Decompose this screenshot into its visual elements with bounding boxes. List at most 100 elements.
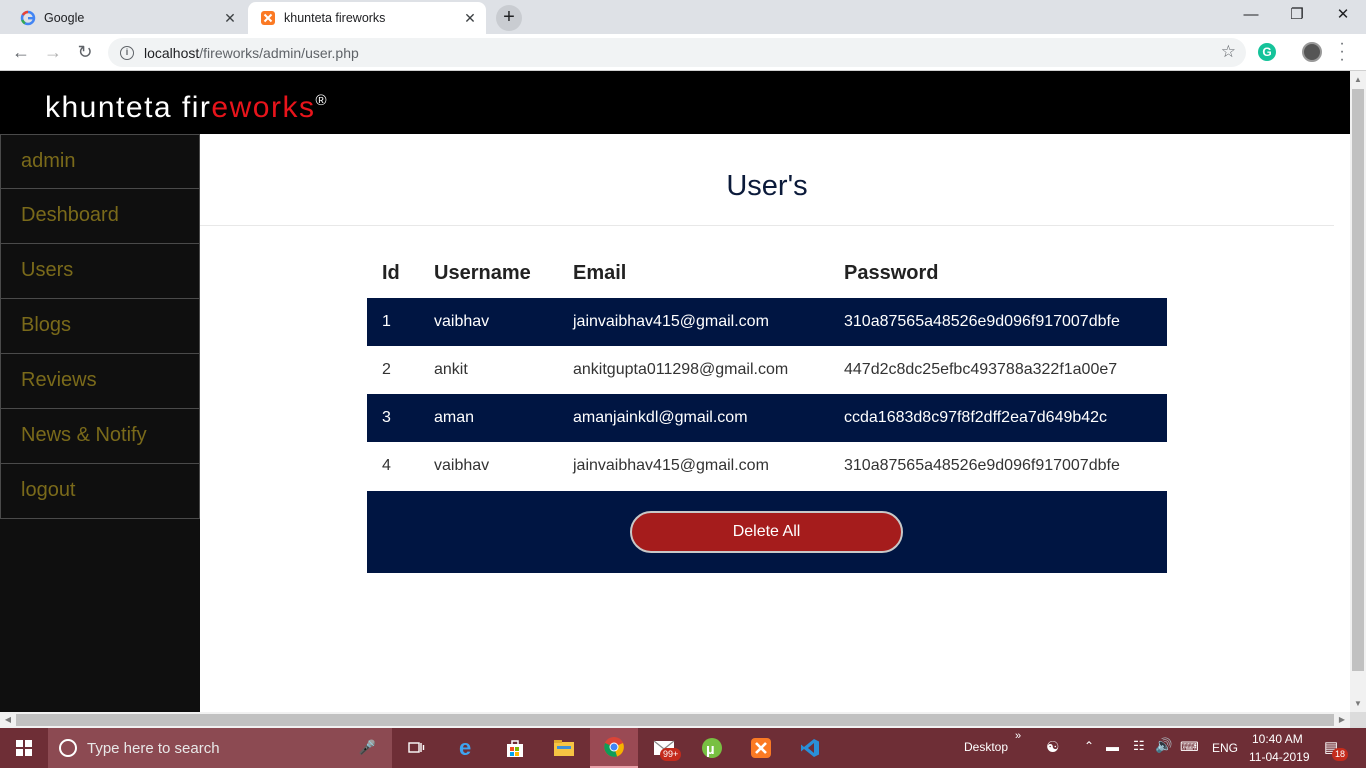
registered-mark: ® <box>315 92 329 109</box>
clock-time[interactable]: 10:40 AM <box>1252 732 1303 746</box>
grammarly-extension-icon[interactable]: G <box>1258 43 1276 61</box>
mail-badge: 99+ <box>660 748 682 761</box>
profile-avatar[interactable] <box>1302 42 1322 62</box>
cell-id: 1 <box>367 298 419 346</box>
table-row: 3 aman amanjainkdl@gmail.com ccda1683d8c… <box>367 394 1167 442</box>
cell-email: jainvaibhav415@gmail.com <box>558 298 829 346</box>
browser-menu-icon[interactable]: · · · <box>1336 36 1348 68</box>
url-text[interactable]: localhost/fireworks/admin/user.php <box>144 45 359 61</box>
xampp-taskbar-icon[interactable] <box>737 728 785 768</box>
column-header-username: Username <box>434 261 531 284</box>
power-icon[interactable]: ▬ <box>1106 739 1119 754</box>
scroll-down-arrow-icon[interactable]: ▼ <box>1350 699 1366 708</box>
bookmark-star-icon[interactable]: ☆ <box>1221 42 1236 62</box>
cell-email: ankitgupta011298@gmail.com <box>558 346 829 394</box>
users-table: Id Username Email Password 1 vaibhav jai… <box>367 248 1167 490</box>
volume-icon[interactable]: 🔊 <box>1155 737 1172 754</box>
wifi-icon[interactable]: ☷ <box>1133 738 1145 754</box>
horizontal-scroll-thumb[interactable] <box>16 714 1334 726</box>
sidebar-item-users[interactable]: Users <box>0 244 200 299</box>
cell-id: 4 <box>367 442 419 490</box>
store-icon[interactable] <box>491 728 539 768</box>
web-page: khunteta fireworks® admin Deshboard User… <box>0 71 1350 712</box>
scroll-up-arrow-icon[interactable]: ▲ <box>1350 75 1366 84</box>
new-tab-button[interactable]: + <box>496 5 522 31</box>
url-host: localhost <box>144 44 200 61</box>
tab-khunteta-fireworks[interactable]: khunteta fireworks ✕ <box>248 2 486 34</box>
xampp-icon <box>260 10 276 26</box>
horizontal-scrollbar[interactable]: ◀ ▶ <box>0 712 1350 728</box>
site-header: khunteta fireworks® <box>0 71 1350 134</box>
sidebar-item-news-notify[interactable]: News & Notify <box>0 409 200 464</box>
start-button[interactable] <box>0 728 48 768</box>
edge-browser-icon[interactable]: e <box>443 728 491 768</box>
sidebar-item-admin[interactable]: admin <box>0 134 200 189</box>
table-footer-bar: Delete All <box>367 491 1167 573</box>
table-row: 2 ankit ankitgupta011298@gmail.com 447d2… <box>367 346 1167 394</box>
sidebar-item-dashboard[interactable]: Deshboard <box>0 189 200 244</box>
vscode-icon[interactable] <box>786 728 834 768</box>
column-header-email: Email <box>573 261 627 284</box>
forward-arrow-icon[interactable]: → <box>40 40 66 64</box>
close-tab-icon[interactable]: ✕ <box>220 10 240 27</box>
notification-badge: 18 <box>1332 748 1349 761</box>
admin-sidebar: admin Deshboard Users Blogs Reviews News… <box>0 134 200 712</box>
title-divider <box>200 225 1334 226</box>
close-tab-icon[interactable]: ✕ <box>460 10 480 27</box>
restore-icon[interactable]: ❐ <box>1274 0 1320 32</box>
google-icon <box>20 10 36 26</box>
info-icon[interactable]: i <box>120 45 134 60</box>
clock-date[interactable]: 11-04-2019 <box>1249 750 1310 764</box>
cell-username: vaibhav <box>419 298 558 346</box>
scroll-right-arrow-icon[interactable]: ▶ <box>1334 712 1350 728</box>
column-header-id: Id <box>382 261 400 284</box>
cell-password: 447d2c8dc25efbc493788a322f1a00e7 <box>829 346 1167 394</box>
task-view-icon[interactable] <box>392 728 440 768</box>
keyboard-icon[interactable]: ⌨ <box>1180 739 1199 755</box>
cell-username: aman <box>419 394 558 442</box>
chrome-icon[interactable] <box>590 728 638 768</box>
people-icon[interactable]: ☯ <box>1046 738 1059 756</box>
cell-username: vaibhav <box>419 442 558 490</box>
minimize-icon[interactable]: — <box>1228 0 1274 32</box>
utorrent-icon[interactable]: µ <box>688 728 736 768</box>
logo-white-text: khunteta fir <box>45 91 212 124</box>
browser-toolbar: ← → ↻ i localhost/fireworks/admin/user.p… <box>0 34 1366 71</box>
scroll-left-arrow-icon[interactable]: ◀ <box>0 712 16 728</box>
windows-taskbar: Type here to search 🎤 e 99+ µ Desktop » … <box>0 728 1366 768</box>
cell-id: 3 <box>367 394 419 442</box>
vertical-scrollbar[interactable]: ▲ ▼ <box>1350 71 1366 712</box>
main-content: User's Id Username Email Password 1 vaib… <box>200 134 1334 712</box>
tab-title: Google <box>44 11 85 25</box>
svg-text:e: e <box>459 737 471 759</box>
mail-icon[interactable]: 99+ <box>640 728 688 768</box>
vertical-scroll-thumb[interactable] <box>1352 89 1364 671</box>
language-indicator[interactable]: ENG <box>1212 741 1238 755</box>
windows-logo-icon <box>16 740 32 756</box>
desktop-toolbar-label[interactable]: Desktop <box>964 740 1008 754</box>
table-header-row: Id Username Email Password <box>367 248 1167 298</box>
delete-all-button[interactable]: Delete All <box>630 511 903 553</box>
tab-title: khunteta fireworks <box>284 11 386 25</box>
cell-id: 2 <box>367 346 419 394</box>
logo-red-text: eworks <box>211 91 316 124</box>
address-bar[interactable]: i localhost/fireworks/admin/user.php ☆ <box>108 38 1246 67</box>
browser-tab-strip: Google ✕ khunteta fireworks ✕ + — ❐ ✕ <box>0 0 1366 34</box>
tab-google[interactable]: Google ✕ <box>8 2 246 34</box>
sidebar-item-reviews[interactable]: Reviews <box>0 354 200 409</box>
url-path: /fireworks/admin/user.php <box>199 44 359 61</box>
site-logo[interactable]: khunteta fireworks® <box>45 91 328 125</box>
show-hidden-icons-chevron-icon[interactable]: ⌃ <box>1084 739 1094 753</box>
microphone-icon[interactable]: 🎤 <box>359 739 376 756</box>
scrollbar-corner <box>1350 712 1366 728</box>
close-window-icon[interactable]: ✕ <box>1320 0 1366 32</box>
cell-email: jainvaibhav415@gmail.com <box>558 442 829 490</box>
sidebar-item-blogs[interactable]: Blogs <box>0 299 200 354</box>
reload-icon[interactable]: ↻ <box>72 40 98 64</box>
cell-username: ankit <box>419 346 558 394</box>
back-arrow-icon[interactable]: ← <box>8 40 34 64</box>
taskbar-search-box[interactable]: Type here to search 🎤 <box>48 728 392 768</box>
sidebar-item-logout[interactable]: logout <box>0 464 200 519</box>
toolbar-expand-icon[interactable]: » <box>1015 730 1021 742</box>
file-explorer-icon[interactable] <box>540 728 588 768</box>
